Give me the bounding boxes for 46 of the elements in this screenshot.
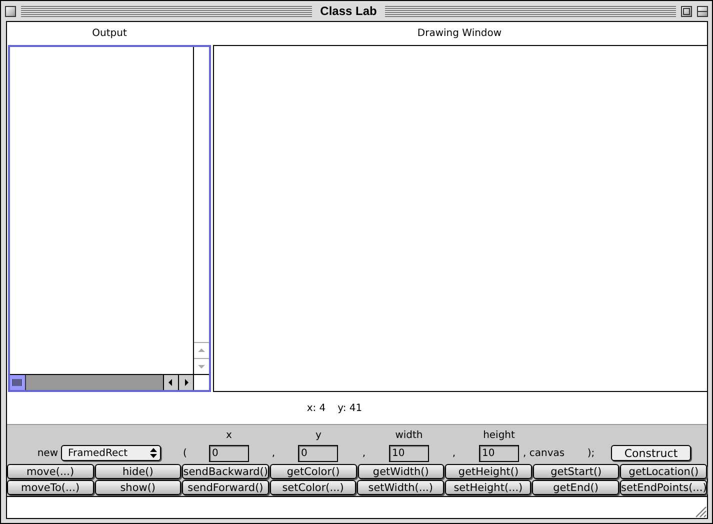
method-button[interactable]: getLocation() (620, 464, 708, 479)
field-label: height (482, 430, 516, 441)
open-paren: ( (182, 448, 188, 458)
method-button[interactable]: setHeight(...) (444, 480, 532, 495)
updown-arrows-icon (150, 448, 157, 458)
canvas-argument: , canvas (523, 448, 566, 458)
new-keyword: new (36, 448, 59, 458)
collapse-box-icon[interactable] (697, 6, 708, 16)
resize-grip-icon[interactable] (693, 504, 707, 518)
close-box-icon[interactable] (5, 6, 16, 16)
x-coordinate: x: 4 (306, 402, 326, 414)
title-stripes[interactable] (21, 6, 312, 16)
method-button[interactable]: getEnd() (532, 480, 620, 495)
method-button[interactable]: setWidth(...) (357, 480, 444, 495)
method-button[interactable]: getColor() (270, 464, 357, 479)
drawing-window-title: Drawing Window (416, 28, 503, 39)
method-button[interactable]: moveTo(...) (7, 480, 94, 495)
method-button[interactable]: hide() (94, 464, 182, 479)
window-title: Class Lab (319, 4, 378, 18)
scroll-thumb[interactable] (10, 375, 26, 390)
y-coordinate: y: 41 (338, 402, 362, 414)
field-label: x (225, 430, 233, 441)
method-button[interactable]: move(...) (7, 464, 94, 479)
x-input-field[interactable]: 0 (209, 444, 249, 462)
method-button[interactable]: sendForward() (182, 480, 269, 495)
class-dropdown[interactable]: FramedRect (61, 445, 161, 461)
method-button[interactable]: sendBackward() (182, 464, 269, 479)
method-button[interactable]: setEndPoints(...) (620, 480, 708, 495)
comma: , (451, 448, 457, 458)
width-input-field[interactable]: 10 (389, 444, 429, 462)
zoom-box-icon[interactable] (681, 6, 692, 16)
method-button[interactable]: show() (94, 480, 182, 495)
title-stripes[interactable] (384, 6, 676, 16)
output-title: Output (91, 28, 128, 39)
method-button[interactable]: getHeight() (445, 464, 532, 479)
method-button[interactable]: getStart() (532, 464, 620, 479)
field-label: width (394, 430, 424, 441)
method-button[interactable]: getWidth() (358, 464, 444, 479)
construct-button[interactable]: Construct (611, 445, 691, 461)
y-input-field[interactable]: 0 (298, 444, 338, 462)
height-input-field[interactable]: 10 (479, 444, 519, 462)
close-paren: ); (586, 448, 596, 458)
field-label: y (314, 430, 322, 441)
comma: , (361, 448, 367, 458)
comma: , (270, 448, 276, 458)
method-button[interactable]: setColor(...) (270, 480, 356, 495)
